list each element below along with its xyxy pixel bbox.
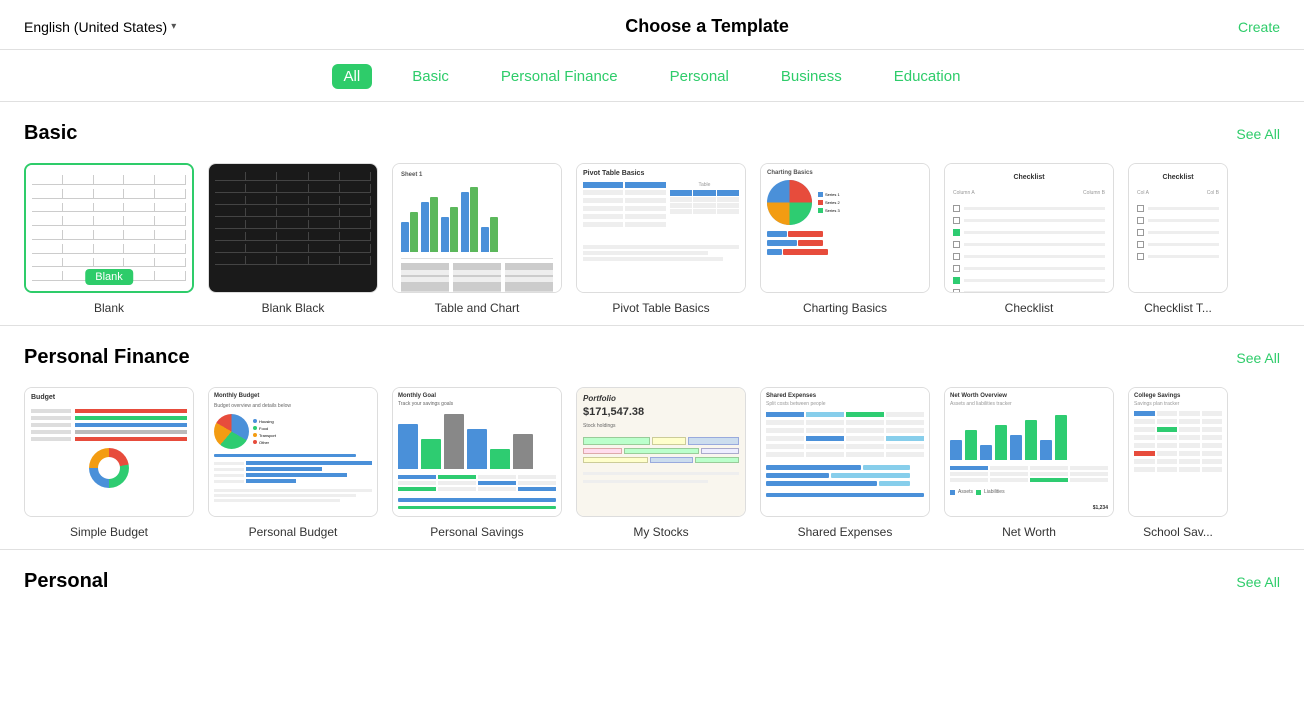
pivot-preview: Pivot Table Basics Table <box>577 164 745 292</box>
personal-section-header: Personal See All <box>24 570 1280 593</box>
simple-budget-label: Simple Budget <box>70 525 148 539</box>
template-table-chart[interactable]: Sheet 1 <box>392 163 562 315</box>
checklist2-thumbnail: Checklist Col ACol B <box>1128 163 1228 293</box>
shared-expenses-preview: Shared Expenses Split costs between peop… <box>761 388 929 516</box>
tab-education[interactable]: Education <box>882 64 973 89</box>
school-savings-label: School Sav... <box>1143 525 1213 539</box>
personal-budget-preview: Monthly Budget Budget overview and detai… <box>209 388 377 516</box>
page-title: Choose a Template <box>176 16 1238 37</box>
personal-savings-thumbnail: Monthly Goal Track your savings goals <box>392 387 562 517</box>
blank-badge: Blank <box>85 269 133 285</box>
template-blank-black[interactable]: Blank Black <box>208 163 378 315</box>
checklist-thumbnail: Checklist Column AColumn B <box>944 163 1114 293</box>
charting-basics-thumbnail: Charting Basics Series 1 Series 2 Ser <box>760 163 930 293</box>
tab-basic[interactable]: Basic <box>400 64 461 89</box>
net-worth-thumbnail: Net Worth Overview Assets and liabilitie… <box>944 387 1114 517</box>
pivot-table-label: Pivot Table Basics <box>612 301 709 315</box>
tab-personal[interactable]: Personal <box>658 64 741 89</box>
template-personal-budget[interactable]: Monthly Budget Budget overview and detai… <box>208 387 378 539</box>
personal-section: Personal See All <box>0 550 1304 621</box>
tab-personal-finance[interactable]: Personal Finance <box>489 64 630 89</box>
table-chart-preview: Sheet 1 <box>393 164 561 292</box>
my-stocks-thumbnail: Portfolio $171,547.38 Stock holdings <box>576 387 746 517</box>
personal-finance-title: Personal Finance <box>24 346 190 369</box>
simple-budget-thumbnail: Budget <box>24 387 194 517</box>
basic-section-header: Basic See All <box>24 122 1280 145</box>
personal-finance-see-all[interactable]: See All <box>1236 350 1280 366</box>
personal-savings-label: Personal Savings <box>430 525 523 539</box>
basic-section: Basic See All Blank Blank <box>0 102 1304 325</box>
checklist2-label: Checklist T... <box>1144 301 1212 315</box>
checklist-preview: Checklist Column AColumn B <box>945 164 1113 292</box>
net-worth-preview: Net Worth Overview Assets and liabilitie… <box>945 388 1113 516</box>
blank-label: Blank <box>94 301 124 315</box>
lang-selector[interactable]: English (United States) ▾ <box>24 19 176 35</box>
charting-basics-label: Charting Basics <box>803 301 887 315</box>
template-checklist[interactable]: Checklist Column AColumn B Checklist <box>944 163 1114 315</box>
template-checklist2[interactable]: Checklist Col ACol B Checklist T... <box>1128 163 1228 315</box>
school-savings-thumbnail: College Savings Savings plan tracker <box>1128 387 1228 517</box>
shared-expenses-thumbnail: Shared Expenses Split costs between peop… <box>760 387 930 517</box>
net-worth-label: Net Worth <box>1002 525 1056 539</box>
checklist-label: Checklist <box>1005 301 1054 315</box>
blank-black-label: Blank Black <box>262 301 325 315</box>
basic-see-all[interactable]: See All <box>1236 126 1280 142</box>
personal-finance-template-row: Budget Simple Budget <box>24 387 1280 539</box>
header: English (United States) ▾ Choose a Templ… <box>0 0 1304 50</box>
template-school-savings[interactable]: College Savings Savings plan tracker Sch… <box>1128 387 1228 539</box>
tab-bar: All Basic Personal Finance Personal Busi… <box>0 50 1304 102</box>
charting-basics-preview: Charting Basics Series 1 Series 2 Ser <box>761 164 929 292</box>
table-chart-thumbnail: Sheet 1 <box>392 163 562 293</box>
table-chart-label: Table and Chart <box>435 301 520 315</box>
template-simple-budget[interactable]: Budget Simple Budget <box>24 387 194 539</box>
lang-label: English (United States) <box>24 19 167 35</box>
pie-chart-icon <box>767 180 812 225</box>
personal-budget-thumbnail: Monthly Budget Budget overview and detai… <box>208 387 378 517</box>
tab-all[interactable]: All <box>332 64 373 89</box>
personal-finance-section-header: Personal Finance See All <box>24 346 1280 369</box>
personal-savings-preview: Monthly Goal Track your savings goals <box>393 388 561 516</box>
personal-finance-section: Personal Finance See All Budget <box>0 326 1304 549</box>
basic-section-title: Basic <box>24 122 77 145</box>
basic-template-row: Blank Blank Blank Black <box>24 163 1280 315</box>
blank-thumbnail: Blank <box>24 163 194 293</box>
template-charting-basics[interactable]: Charting Basics Series 1 Series 2 Ser <box>760 163 930 315</box>
template-shared-expenses[interactable]: Shared Expenses Split costs between peop… <box>760 387 930 539</box>
template-net-worth[interactable]: Net Worth Overview Assets and liabilitie… <box>944 387 1114 539</box>
blank-black-thumbnail <box>208 163 378 293</box>
simple-budget-preview: Budget <box>25 388 193 516</box>
template-personal-savings[interactable]: Monthly Goal Track your savings goals <box>392 387 562 539</box>
create-button[interactable]: Create <box>1238 19 1280 35</box>
my-stocks-label: My Stocks <box>633 525 688 539</box>
pivot-table-thumbnail: Pivot Table Basics Table <box>576 163 746 293</box>
template-my-stocks[interactable]: Portfolio $171,547.38 Stock holdings <box>576 387 746 539</box>
template-pivot-table[interactable]: Pivot Table Basics Table <box>576 163 746 315</box>
my-stocks-preview: Portfolio $171,547.38 Stock holdings <box>577 388 745 516</box>
personal-budget-label: Personal Budget <box>249 525 338 539</box>
blank-black-preview <box>209 164 377 292</box>
checklist2-preview: Checklist Col ACol B <box>1129 164 1227 292</box>
school-savings-preview: College Savings Savings plan tracker <box>1129 388 1227 516</box>
personal-see-all[interactable]: See All <box>1236 574 1280 590</box>
shared-expenses-label: Shared Expenses <box>798 525 893 539</box>
personal-section-title: Personal <box>24 570 108 593</box>
template-blank[interactable]: Blank Blank <box>24 163 194 315</box>
tab-business[interactable]: Business <box>769 64 854 89</box>
